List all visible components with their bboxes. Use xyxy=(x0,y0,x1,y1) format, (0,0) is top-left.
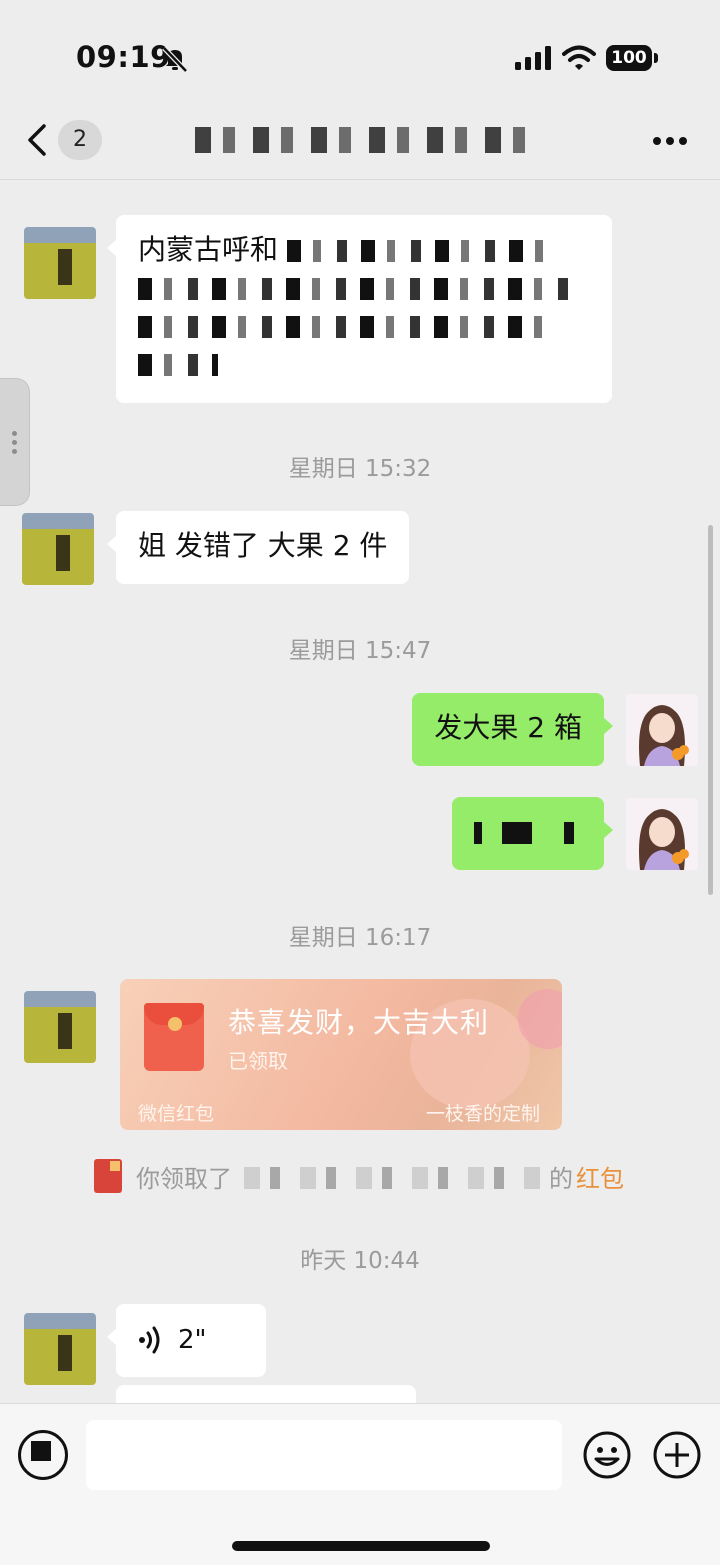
status-time: 09:19 xyxy=(76,40,171,74)
message-bubble-outgoing[interactable] xyxy=(452,797,613,870)
message-text: 姐 发错了 大果 2 件 xyxy=(138,529,388,562)
contact-avatar[interactable] xyxy=(24,991,96,1063)
message-timestamp: 星期日 15:32 xyxy=(288,456,432,482)
message-bubble-outgoing[interactable]: 发大果 2 箱 xyxy=(412,693,613,766)
contact-avatar[interactable] xyxy=(24,227,96,299)
redacted-text xyxy=(244,1167,544,1189)
message-timestamp: 星期日 15:47 xyxy=(288,638,432,664)
scrollbar[interactable] xyxy=(708,525,713,895)
red-packet-status: 已领取 xyxy=(228,1049,288,1073)
emoji-icon[interactable] xyxy=(582,1430,632,1480)
message-text: 内蒙古呼和 xyxy=(138,233,279,266)
chat-messages[interactable]: 内蒙古呼和 星期日 15:32 姐 发错了 大果 2 件 星期日 15:47 发… xyxy=(0,181,720,1403)
status-bar: 09:19 100 xyxy=(0,0,720,110)
system-note: 你领取了 的 红包 xyxy=(94,1155,654,1195)
red-packet-custom: 一枝香的定制 xyxy=(425,1103,540,1125)
voice-input-button[interactable] xyxy=(18,1430,68,1480)
message-bubble-incoming[interactable]: 姐 发错了 大果 2 件 xyxy=(106,511,410,584)
message-input[interactable] xyxy=(86,1420,562,1490)
red-packet-card[interactable]: 恭喜发财，大吉大利 已领取 微信红包 一枝香的定制 xyxy=(120,979,562,1130)
system-note-prefix: 你领取了 xyxy=(136,1165,232,1193)
wifi-icon xyxy=(562,45,596,70)
plus-icon[interactable] xyxy=(652,1430,702,1480)
voice-wave-icon xyxy=(139,1326,160,1354)
back-arrow-icon[interactable] xyxy=(22,122,56,158)
red-packet-title: 恭喜发财，大吉大利 xyxy=(228,1006,490,1039)
voice-duration: 2" xyxy=(178,1325,207,1355)
battery-level: 100 xyxy=(606,45,652,71)
battery-icon: 100 xyxy=(606,45,658,71)
message-text: 发大果 2 箱 xyxy=(434,711,582,744)
bell-muted-icon xyxy=(162,46,188,73)
floating-window-handle[interactable] xyxy=(0,378,30,506)
red-packet-link[interactable]: 红包 xyxy=(576,1159,624,1194)
redacted-text xyxy=(138,316,548,338)
redacted-text xyxy=(474,822,580,844)
red-packet-label: 微信红包 xyxy=(138,1103,215,1125)
message-bubble-incoming[interactable] xyxy=(116,1385,416,1403)
redacted-text xyxy=(138,278,578,300)
message-bubble-incoming[interactable]: 内蒙古呼和 xyxy=(107,215,612,403)
redacted-text xyxy=(286,240,547,262)
home-indicator[interactable] xyxy=(232,1541,490,1551)
contact-avatar[interactable] xyxy=(24,1313,96,1385)
red-packet-small-icon xyxy=(94,1159,122,1193)
more-options-icon[interactable] xyxy=(652,136,688,146)
cellular-signal-icon xyxy=(515,46,551,70)
my-avatar[interactable] xyxy=(626,798,698,870)
message-timestamp: 昨天 10:44 xyxy=(300,1248,420,1274)
contact-avatar[interactable] xyxy=(22,513,94,585)
chat-title xyxy=(140,122,580,162)
message-timestamp: 星期日 16:17 xyxy=(288,925,432,951)
redacted-title xyxy=(195,127,525,153)
unread-count-badge[interactable]: 2 xyxy=(58,120,102,160)
my-avatar[interactable] xyxy=(626,694,698,766)
chat-header: 2 xyxy=(0,100,720,180)
voice-message-bubble[interactable]: 2" xyxy=(107,1304,266,1377)
red-envelope-icon xyxy=(144,1003,204,1071)
redacted-text xyxy=(138,354,218,376)
system-note-suffix: 的 xyxy=(549,1165,573,1193)
